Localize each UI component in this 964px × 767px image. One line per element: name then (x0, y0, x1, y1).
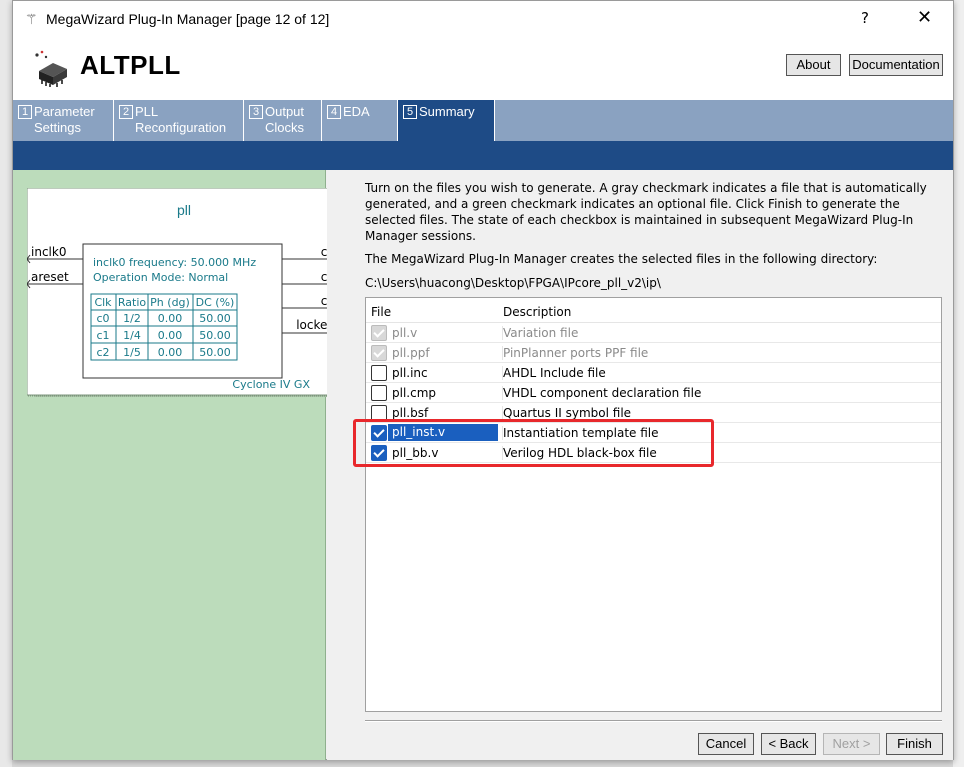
tab-parameter-settings[interactable]: 1 Parameter Settings (13, 100, 114, 141)
help-button[interactable]: ? (861, 9, 869, 27)
file-row-pll-inc[interactable]: pll.inc AHDL Include file (366, 363, 941, 383)
file-description: AHDL Include file (502, 366, 606, 380)
file-name: pll.cmp (392, 386, 437, 400)
file-row-pll-inst-v[interactable]: pll_inst.v Instantiation template file (366, 423, 941, 443)
finish-button[interactable]: Finish (886, 733, 943, 755)
tab-output-clocks[interactable]: 3 Output Clocks (244, 100, 322, 141)
file-checkbox[interactable] (371, 365, 387, 381)
file-name: pll.bsf (392, 406, 429, 420)
file-checkbox[interactable] (371, 385, 387, 401)
tab-summary[interactable]: 5 Summary (398, 100, 495, 141)
file-description: Variation file (502, 326, 579, 340)
block-preview-pane: pll inclk0 areset c0 c1 c2 locked inclk0… (13, 170, 341, 760)
tab-number: 1 (18, 105, 32, 119)
file-row-pll-cmp[interactable]: pll.cmp VHDL component declaration file (366, 383, 941, 403)
altpll-logo-icon (35, 50, 67, 87)
file-description: Quartus II symbol file (502, 406, 632, 420)
tab-pll-reconfiguration[interactable]: 2 PLL Reconfiguration (114, 100, 244, 141)
file-name: pll.inc (392, 366, 428, 380)
file-checkbox[interactable] (371, 345, 387, 361)
tab-number: 4 (327, 105, 341, 119)
file-row-pll-bsf[interactable]: pll.bsf Quartus II symbol file (366, 403, 941, 423)
tab-label: PLL (135, 104, 159, 119)
table-cell: 50.00 (199, 329, 231, 342)
tab-strip: 1 Parameter Settings 2 PLL Reconfigurati… (13, 100, 953, 141)
input-frequency: inclk0 frequency: 50.000 MHz (93, 256, 256, 269)
file-checkbox[interactable] (371, 325, 387, 341)
tab-number: 3 (249, 105, 263, 119)
file-description: Verilog HDL black-box file (502, 446, 657, 460)
column-file[interactable]: File (371, 305, 391, 319)
block-name: pll (177, 202, 191, 218)
tab-label: Clocks (265, 120, 305, 135)
table-header: Clk (94, 296, 112, 309)
table-cell: c0 (96, 312, 109, 325)
file-description: VHDL component declaration file (502, 386, 702, 400)
file-checkbox[interactable] (371, 425, 387, 441)
table-cell: 50.00 (199, 312, 231, 325)
background-left (0, 0, 12, 767)
wizard-window: ⚚ MegaWizard Plug-In Manager [page 12 of… (12, 0, 954, 760)
file-name: pll.ppf (392, 346, 430, 360)
table-cell: 0.00 (158, 312, 183, 325)
table-header: Ph (dg) (150, 296, 190, 309)
file-name: pll_bb.v (392, 446, 439, 460)
column-description[interactable]: Description (503, 305, 571, 319)
file-list: File Description pll.v Variation file pl… (365, 297, 942, 712)
operation-mode: Operation Mode: Normal (93, 271, 228, 284)
tab-number: 5 (403, 105, 417, 119)
table-header: DC (%) (196, 296, 235, 309)
about-button[interactable]: About (786, 54, 841, 76)
tab-eda[interactable]: 4 EDA (322, 100, 398, 141)
logo-title: ALTPLL (80, 50, 181, 80)
input-inclk0: inclk0 (31, 245, 66, 259)
tab-label: Reconfiguration (135, 120, 227, 135)
file-row-pll-ppf[interactable]: pll.ppf PinPlanner ports PPF file (366, 343, 941, 363)
wand-icon: ⚚ (25, 12, 38, 28)
directory-path: C:\Users\huacong\Desktop\FPGA\IPcore_pll… (365, 276, 661, 290)
file-name: pll.v (392, 326, 418, 340)
file-checkbox[interactable] (371, 445, 387, 461)
table-cell: 1/2 (123, 312, 141, 325)
input-areset: areset (31, 270, 69, 284)
next-button[interactable]: Next > (823, 733, 880, 755)
table-cell: 0.00 (158, 346, 183, 359)
file-description: Instantiation template file (502, 426, 659, 440)
table-cell: 1/5 (123, 346, 141, 359)
close-button[interactable]: ✕ (917, 7, 932, 28)
background-right (953, 0, 964, 767)
directory-label: The MegaWizard Plug-In Manager creates t… (365, 252, 878, 266)
file-name: pll_inst.v (388, 424, 498, 441)
tab-label: Settings (34, 120, 81, 135)
pll-block-diagram: pll inclk0 areset c0 c1 c2 locked inclk0… (27, 188, 341, 397)
cancel-button[interactable]: Cancel (698, 733, 754, 755)
header: ALTPLL About Documentation (13, 39, 953, 100)
file-checkbox[interactable] (371, 405, 387, 421)
table-header: Ratio (118, 296, 147, 309)
file-list-header: File Description (366, 298, 941, 323)
table-cell: c2 (96, 346, 109, 359)
table-cell: 1/4 (123, 329, 141, 342)
summary-pane: Turn on the files you wish to generate. … (327, 170, 953, 760)
tab-number: 2 (119, 105, 133, 119)
tab-label: Parameter (34, 104, 95, 119)
back-button[interactable]: < Back (761, 733, 816, 755)
table-cell: c1 (96, 329, 109, 342)
file-description: PinPlanner ports PPF file (502, 346, 649, 360)
tab-label: Output (265, 104, 305, 119)
tab-content-bar (13, 141, 953, 170)
tab-label: Summary (419, 104, 475, 119)
title-bar: ⚚ MegaWizard Plug-In Manager [page 12 of… (13, 1, 953, 39)
file-row-pll-v[interactable]: pll.v Variation file (366, 323, 941, 343)
separator (365, 720, 942, 722)
summary-description: Turn on the files you wish to generate. … (365, 181, 927, 243)
table-cell: 0.00 (158, 329, 183, 342)
documentation-button[interactable]: Documentation (849, 54, 943, 76)
window-title: MegaWizard Plug-In Manager [page 12 of 1… (46, 11, 330, 27)
table-cell: 50.00 (199, 346, 231, 359)
device-family: Cyclone IV GX (232, 378, 310, 391)
file-row-pll-bb-v[interactable]: pll_bb.v Verilog HDL black-box file (366, 443, 941, 463)
tab-label: EDA (343, 104, 370, 119)
